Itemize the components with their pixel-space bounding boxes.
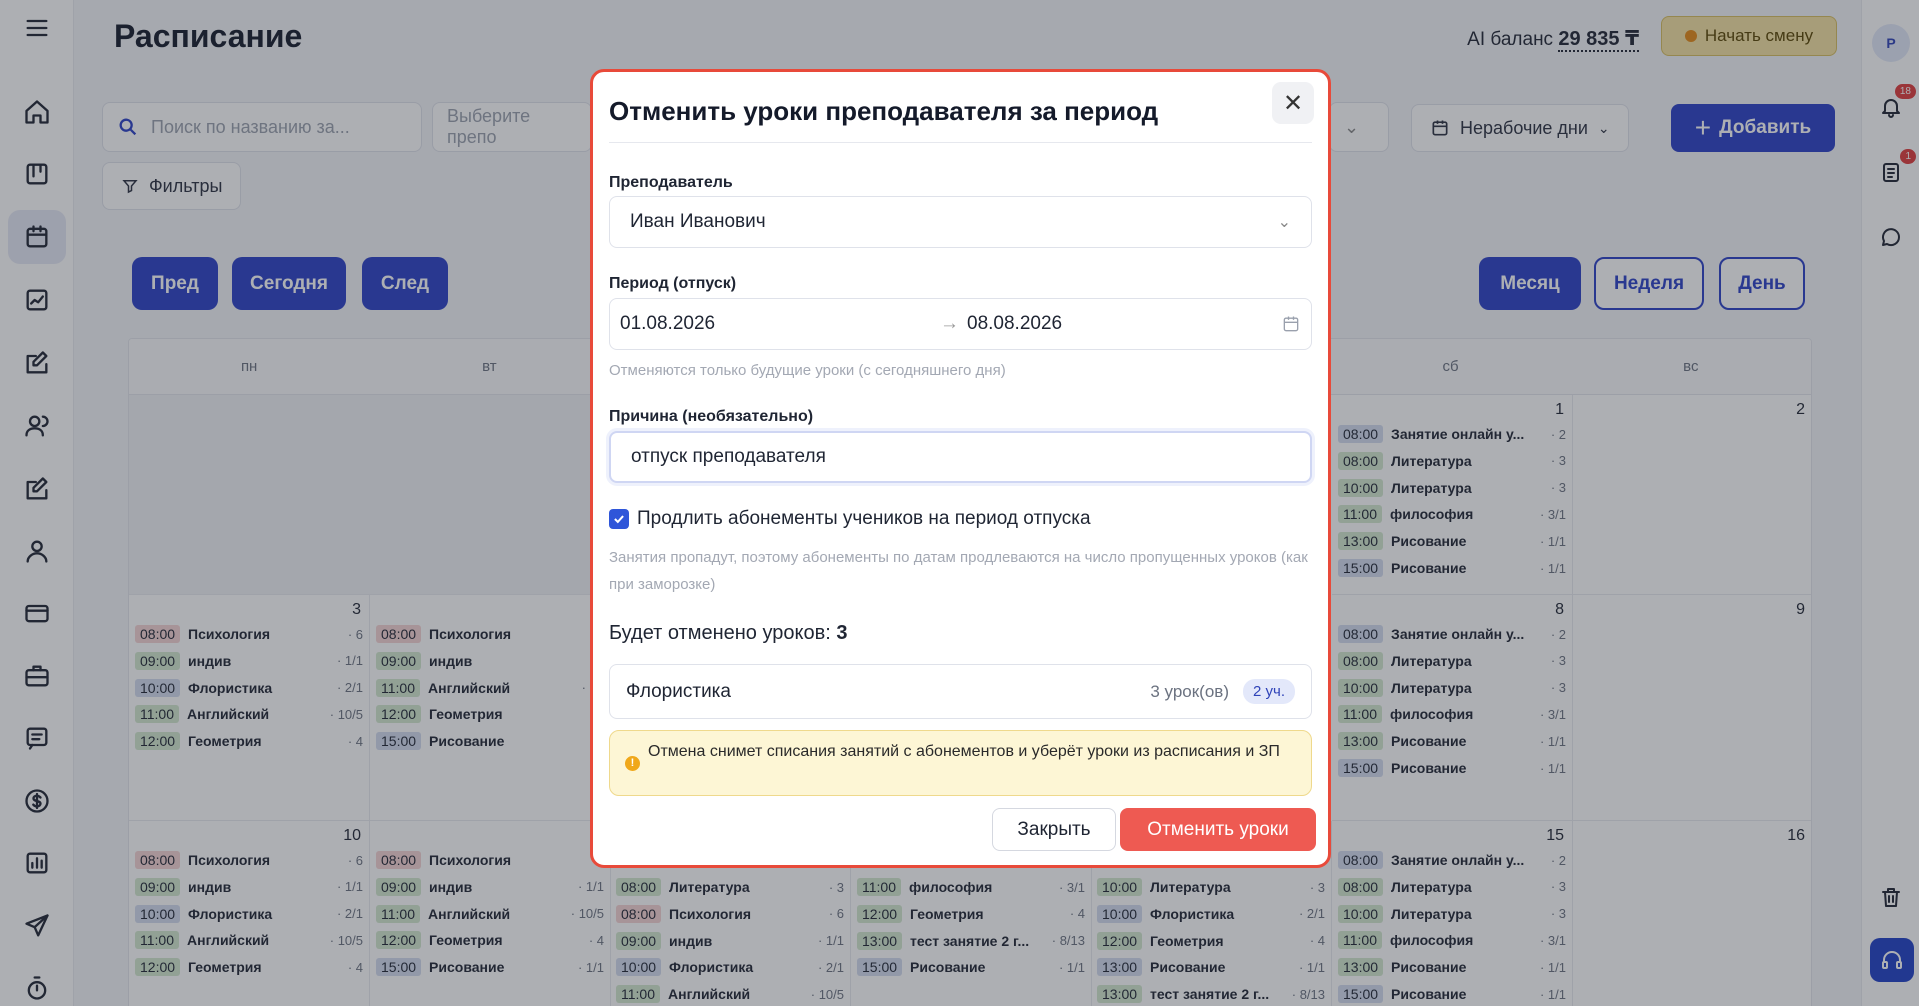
chevron-down-icon: ⌄ bbox=[1277, 214, 1291, 231]
teacher-value: Иван Иванович bbox=[630, 211, 766, 232]
extend-hint: Занятия пропадут, поэтому абонементы по … bbox=[609, 549, 1308, 593]
arrow-right-icon: → bbox=[940, 313, 959, 334]
dialog-title: Отменить уроки преподавателя за период bbox=[609, 96, 1159, 126]
subject-name: Флористика bbox=[626, 680, 731, 702]
teacher-label: Преподаватель bbox=[609, 174, 733, 191]
period-label: Период (отпуск) bbox=[609, 275, 737, 292]
close-button[interactable]: Закрыть bbox=[992, 808, 1116, 851]
warning-text: Отмена снимет списания занятий с абонеме… bbox=[648, 743, 1280, 760]
extend-label: Продлить абонементы учеников на период о… bbox=[637, 508, 1091, 529]
cancel-summary: Будет отменено уроков: 3 bbox=[609, 622, 847, 645]
summary-count: 3 bbox=[836, 622, 848, 644]
summary-label: Будет отменено уроков: bbox=[609, 622, 831, 644]
date-to[interactable]: 08.08.2026 bbox=[967, 313, 1281, 335]
subject-row: Флористика 3 урок(ов) 2 уч. bbox=[609, 664, 1312, 719]
extend-subscriptions-checkbox[interactable]: Продлить абонементы учеников на период о… bbox=[609, 508, 1091, 530]
warning-icon: ! bbox=[625, 756, 640, 771]
subject-lessons: 3 урок(ов) bbox=[1150, 681, 1229, 701]
cancel-lessons-button[interactable]: Отменить уроки bbox=[1120, 808, 1316, 851]
period-hint: Отменяются только будущие уроки (с сегод… bbox=[609, 362, 1006, 379]
warning-banner: ! Отмена снимет списания занятий с абоне… bbox=[609, 730, 1312, 796]
checkbox-checked-icon[interactable] bbox=[609, 509, 629, 529]
teacher-select-field[interactable]: Иван Иванович ⌄ bbox=[609, 196, 1312, 248]
close-icon[interactable]: ✕ bbox=[1272, 82, 1314, 124]
calendar-picker-icon[interactable] bbox=[1281, 314, 1301, 334]
reason-value: отпуск преподавателя bbox=[631, 446, 826, 467]
reason-input[interactable]: отпуск преподавателя bbox=[609, 431, 1312, 483]
reason-label: Причина (необязательно) bbox=[609, 408, 814, 425]
subject-students-pill: 2 уч. bbox=[1243, 679, 1295, 704]
date-from[interactable]: 01.08.2026 bbox=[620, 313, 940, 335]
cancel-lessons-dialog: Отменить уроки преподавателя за период ✕… bbox=[590, 69, 1331, 868]
divider bbox=[609, 142, 1312, 143]
period-range-field[interactable]: 01.08.2026 → 08.08.2026 bbox=[609, 298, 1312, 350]
